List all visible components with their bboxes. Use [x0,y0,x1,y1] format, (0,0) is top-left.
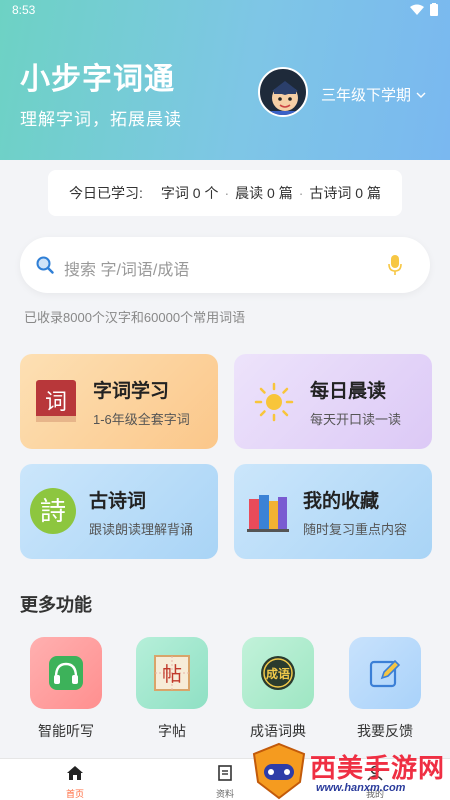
feature-feedback[interactable]: 我要反馈 [348,637,422,741]
feature-label: 我要反馈 [357,723,413,739]
card-title: 每日晨读 [310,381,387,402]
grade-label: 三年级下学期 [321,87,412,104]
tab-materials[interactable]: 资料 [195,765,255,800]
card-title: 古诗词 [89,491,147,512]
search-bar[interactable]: 搜索 字/词语/成语 [20,237,430,293]
books-icon [247,495,289,532]
card-desc: 1-6年级全套字词 [93,412,190,427]
card-icon-text: 詩 [40,497,66,527]
tab-home[interactable]: 首页 [45,765,105,800]
app-title: 小步字词通 [20,63,175,96]
card-ancient-poems[interactable]: 詩 古诗词 跟读朗读理解背诵 [20,464,218,559]
feature-copybook[interactable]: 帖 字帖 [135,637,209,741]
today-reading: 晨读 0 篇 [235,185,293,201]
feature-icon-box [349,637,421,709]
poem-icon: 詩 [30,488,76,534]
feature-icon-box: 帖 [136,637,208,709]
today-stats: 今日已学习: 字词 0 个 · 晨读 0 篇 · 古诗词 0 篇 [48,170,402,216]
battery-icon [430,3,438,16]
search-input[interactable]: 搜索 字/词语/成语 [64,256,189,280]
feature-icon-box: 成语 [242,637,314,709]
separator: · [298,185,304,201]
copybook-icon: 帖 [154,655,190,691]
feature-idiom-dictionary[interactable]: 成语 成语词典 [241,637,315,741]
tab-label: 首页 [65,789,84,799]
watermark: 西美手游网 www.hanxm.com [250,742,450,800]
card-title: 字词学习 [93,381,170,402]
collection-count: 已收录8000个汉字和60000个常用词语 [24,310,246,325]
gamepad-shield-icon [252,742,306,800]
copybook-char: 帖 [162,662,182,686]
today-poems: 古诗词 0 篇 [309,185,381,201]
card-title: 我的收藏 [303,491,380,512]
avatar[interactable] [258,67,308,117]
feature-label: 字帖 [158,723,186,739]
chevron-down-icon [416,92,426,98]
sun-icon [254,382,294,422]
watermark-url: www.hanxm.com [316,782,406,794]
header: 8:53 小步字词通 理解字词，拓展晨读 三年级下学期 [0,0,450,160]
feedback-icon [369,659,401,688]
search-icon [36,256,54,274]
card-icon-text: 词 [45,390,67,415]
status-icons [410,3,438,16]
card-morning-reading[interactable]: 每日晨读 每天开口读一读 [234,354,432,449]
feature-icon-box [30,637,102,709]
card-favorites[interactable]: 我的收藏 随时复习重点内容 [234,464,432,559]
separator: · [224,185,230,201]
watermark-text: 西美手游网 [310,754,446,784]
card-desc: 随时复习重点内容 [303,522,408,537]
card-desc: 每天开口读一读 [310,412,402,427]
app-subtitle: 理解字词，拓展晨读 [20,110,182,129]
word-book-icon: 词 [36,380,76,422]
document-icon [218,765,232,781]
idiom-char: 成语 [266,666,290,681]
today-words: 字词 0 个 [160,185,219,201]
card-desc: 跟读朗读理解背诵 [89,522,194,537]
card-word-study[interactable]: 词 字词学习 1-6年级全套字词 [20,354,218,449]
microphone-icon[interactable] [388,254,402,276]
grade-selector[interactable]: 三年级下学期 [321,84,426,105]
headphones-icon [49,656,83,690]
tab-label: 资料 [215,789,234,799]
student-avatar-icon [270,81,300,115]
wifi-icon [410,4,424,15]
feature-dictation[interactable]: 智能听写 [29,637,103,741]
more-features-title: 更多功能 [20,595,92,615]
feature-label: 智能听写 [38,723,94,739]
status-time: 8:53 [12,3,36,17]
idiom-icon: 成语 [261,656,295,690]
today-label: 今日已学习: [69,185,143,201]
home-icon [67,766,83,780]
feature-label: 成语词典 [250,723,306,739]
